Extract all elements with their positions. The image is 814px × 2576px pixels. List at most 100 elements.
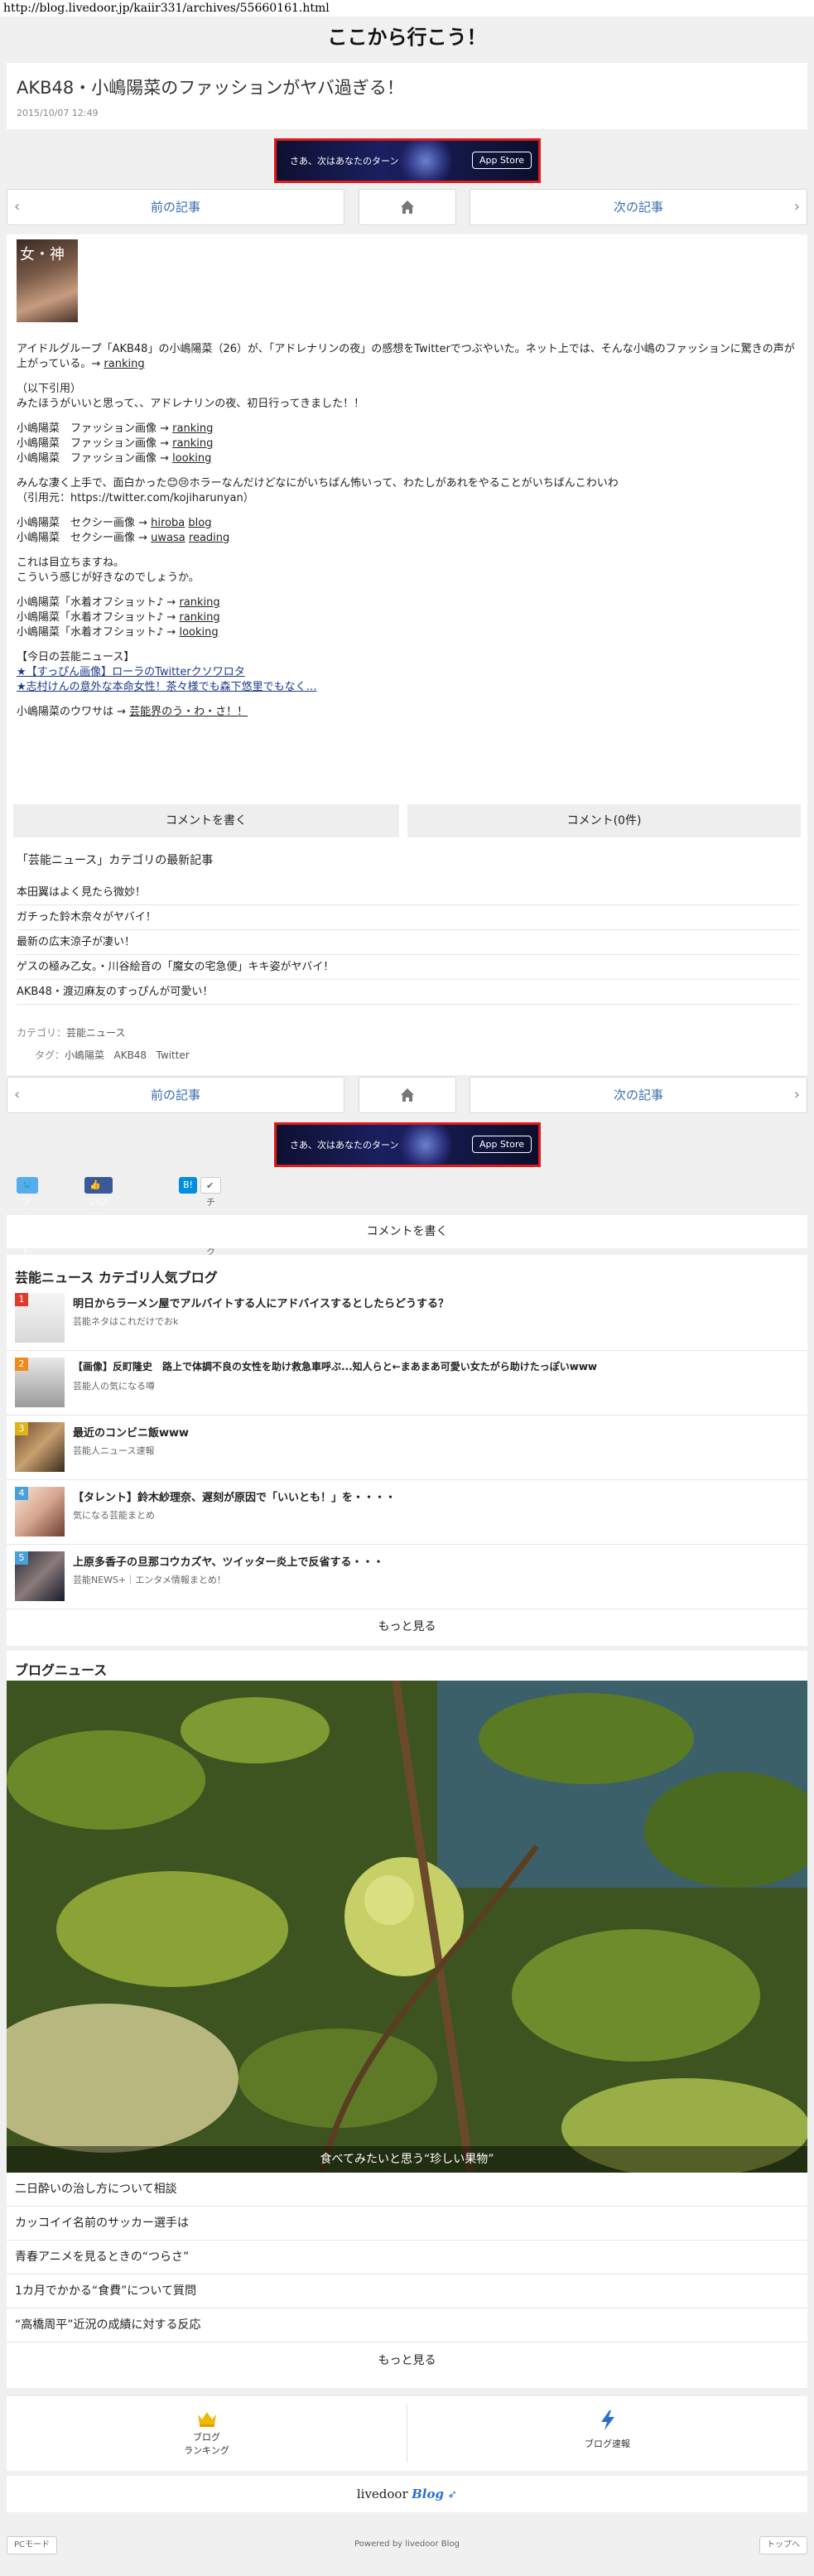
list-item[interactable]: ゲスの極み乙女。・川谷絵音の「魔女の宅急便」キキ姿がヤバイ！ (17, 955, 799, 980)
tweet-quote: みんな凄く上手で、面白かった😊😢ホラーなんだけどなにがいちばん怖いって、わたしが… (17, 477, 619, 490)
fashion-link[interactable]: looking (172, 452, 211, 465)
banner-art (393, 141, 459, 181)
home-button[interactable] (359, 1077, 456, 1113)
blog-news-title: ブログニュース (15, 1662, 108, 1678)
article-body: 女・神 アイドルグループ「AKB48」の小嶋陽菜（26）が、「アドレナリンの夜」… (7, 234, 807, 1075)
sexy-row: 小嶋陽菜 セクシー画像 → uwasa reading (17, 531, 799, 546)
lightning-icon (600, 2410, 614, 2430)
article-header: AKB48・小嶋陽菜のファッションがヤバ過ぎる！ 2015/10/07 12:4… (7, 63, 807, 129)
next-article-button[interactable]: 次の記事 › (470, 1077, 807, 1113)
like-button[interactable]: 👍 いいね！ 0 (84, 1177, 113, 1240)
home-button[interactable] (359, 189, 456, 225)
write-comment-button-2[interactable]: コメントを書く (7, 1215, 807, 1248)
swim-link[interactable]: ranking (179, 611, 219, 624)
twitter-icon: 🐦 (22, 1179, 33, 1190)
ranking-item-title[interactable]: 明日からラーメン屋でアルバイトする人にアドバイスするとしたらどうする？ (73, 1295, 449, 1310)
article-thumbnail[interactable]: 女・神 (17, 239, 78, 322)
hatena-bookmark-button[interactable]: B! (179, 1177, 197, 1194)
ranking-more-button[interactable]: もっと見る (7, 1611, 807, 1643)
fashion-link[interactable]: ranking (172, 422, 213, 435)
ranking-item-title[interactable]: 【画像】反町隆史 路上で体調不良の女性を助け救急車呼ぶ...知人らと←まあまあ可… (73, 1359, 597, 1373)
sexy-link[interactable]: reading (189, 532, 229, 544)
list-item[interactable]: 二日酔いの治し方について相談 (7, 2173, 807, 2207)
flash-label: ブログ速報 (585, 2439, 630, 2449)
list-item[interactable]: “高橋周平”近況の成績に対する反応 (7, 2308, 807, 2342)
home-icon (401, 200, 414, 214)
list-item[interactable]: カッコイイ名前のサッカー選手は (7, 2207, 807, 2241)
tag-link[interactable]: AKB48 (113, 1049, 147, 1061)
category-link[interactable]: 芸能ニュース (66, 1027, 125, 1039)
ranking-item-source: 芸能人の気になる噂 (73, 1381, 155, 1392)
ranking-item[interactable]: 3 最近のコンビニ飯www 芸能人ニュース速報 (7, 1416, 807, 1480)
ranking-item-title[interactable]: 【タレント】鈴木紗理奈、遅刻が原因で「いいとも！」を・・・・ (73, 1488, 396, 1504)
tweet-button[interactable]: 🐦 ツイート (17, 1177, 38, 1257)
next-article-button[interactable]: 次の記事 › (470, 189, 807, 225)
sexy-link[interactable]: hiroba (151, 517, 185, 529)
livedoor-logo[interactable]: livedoor Blog ➶ (7, 2476, 807, 2512)
app-store-label: App Store (479, 1139, 524, 1150)
prev-article-button[interactable]: ‹ 前の記事 (7, 1077, 344, 1113)
prev-article-button[interactable]: ‹ 前の記事 (7, 189, 344, 225)
rumor-label: 小嶋陽菜のウワサは → (17, 706, 127, 718)
intro-link[interactable]: ranking (104, 358, 144, 370)
list-item[interactable]: 青春アニメを見るときの“つらさ” (7, 2241, 807, 2275)
list-item[interactable]: ガチった鈴木奈々がヤバイ！ (17, 905, 799, 930)
swim-link[interactable]: looking (179, 626, 218, 639)
fashion-row: 小嶋陽菜 ファッション画像 → ranking (17, 437, 799, 451)
tag-link[interactable]: 小嶋陽菜 (65, 1049, 104, 1061)
ranking-item[interactable]: 4 【タレント】鈴木紗理奈、遅刻が原因で「いいとも！」を・・・・ 気になる芸能ま… (7, 1480, 807, 1545)
ad-banner-bottom[interactable]: さあ、次はあなたのターン App Store (274, 1122, 541, 1167)
livedoor-check-button[interactable]: ✔ チェック (200, 1177, 221, 1257)
ranking-item[interactable]: 1 明日からラーメン屋でアルバイトする人にアドバイスするとしたらどうする？ 芸能… (7, 1286, 807, 1351)
swim-link[interactable]: ranking (179, 596, 219, 609)
latest-list: 本田翼はよく見たら微妙！ ガチった鈴木奈々がヤバイ！ 最新の広末涼子が凄い！ ゲ… (17, 880, 799, 1005)
blog-news-image[interactable]: 食べてみたいと思う“珍しい果物” (7, 1681, 807, 2173)
news-link[interactable]: ★志村けんの意外な本命女性！茶々様でも森下悠里でもなく… (17, 680, 799, 695)
ranking-label-2: ランキング (184, 2445, 229, 2456)
ranking-item-title[interactable]: 上原多香子の旦那コウカズヤ、ツイッター炎上で反省する・・・ (73, 1553, 383, 1569)
powered-by: Powered by livedoor Blog (354, 2540, 460, 2549)
swim-row: 小嶋陽菜「水着オフショット♪ → looking (17, 625, 799, 640)
ad-banner-top[interactable]: さあ、次はあなたのターン App Store (274, 138, 541, 183)
bottom-bar: PCモード Powered by livedoor Blog トップへ (0, 2533, 814, 2559)
site-title[interactable]: ここから行こう！ (0, 17, 814, 58)
blog-ranking-link[interactable]: ブログ ランキング (7, 2396, 407, 2471)
back-to-top-button[interactable]: トップへ (759, 2536, 807, 2554)
article-nav-bottom: ‹ 前の記事 次の記事 › (7, 1077, 807, 1113)
ranking-item-title[interactable]: 最近のコンビニ飯www (73, 1424, 189, 1440)
chevron-right-icon: › (793, 198, 800, 215)
list-item[interactable]: 最新の広末涼子が凄い！ (17, 930, 799, 955)
list-item[interactable]: 本田翼はよく見たら微妙！ (17, 880, 799, 905)
ranking-item[interactable]: 5 上原多香子の旦那コウカズヤ、ツイッター炎上で反省する・・・ 芸能NEWS+｜… (7, 1545, 807, 1609)
fashion-row: 小嶋陽菜 ファッション画像 → looking (17, 451, 799, 466)
list-item[interactable]: 1カ月でかかる“食費”について質問 (7, 2275, 807, 2308)
category-label: カテゴリ： (17, 1027, 67, 1039)
tags-label: タグ： (35, 1049, 65, 1061)
list-item[interactable]: AKB48・渡辺麻友のすっぴんが可愛い！ (17, 980, 799, 1005)
sexy-row: 小嶋陽菜 セクシー画像 → hiroba blog (17, 516, 799, 531)
thumbnail-text: 女・神 (20, 246, 65, 263)
blog-flash-link[interactable]: ブログ速報 (407, 2396, 807, 2471)
sexy-link[interactable]: uwasa (151, 532, 185, 544)
rank-badge: 4 (15, 1487, 28, 1500)
rank-badge: 5 (15, 1551, 28, 1565)
rank-badge: 1 (15, 1293, 28, 1306)
article-comment: こういう感じが好きなのでしょうか。 (17, 572, 200, 584)
blog-news-caption[interactable]: 食べてみたいと思う“珍しい果物” (7, 2146, 807, 2173)
ranking-item[interactable]: 2 【画像】反町隆史 路上で体調不良の女性を助け救急車呼ぶ...知人らと←まあま… (7, 1351, 807, 1416)
write-comment-button[interactable]: コメントを書く (13, 804, 399, 837)
ranking-label: ブログ (193, 2432, 220, 2443)
footer-links: ブログ ランキング ブログ速報 (7, 2396, 807, 2471)
comment-count-button[interactable]: コメント(0件) (407, 804, 801, 837)
news-link[interactable]: ★【すっぴん画像】ローラのTwitterクソワロタ (17, 665, 799, 680)
tweet-source: （引用元：https://twitter.com/kojiharunyan） (17, 492, 254, 504)
latest-title: 「芸能ニュース」カテゴリの最新記事 (17, 854, 214, 867)
sexy-link[interactable]: blog (188, 517, 211, 529)
fashion-link[interactable]: ranking (172, 437, 213, 450)
blog-news-more-button[interactable]: もっと見る (7, 2342, 807, 2379)
ranking-item-source: 芸能NEWS+｜エンタメ情報まとめ！ (73, 1575, 226, 1585)
article-comment: これは目立ちますね。 (17, 557, 125, 569)
tag-link[interactable]: Twitter (157, 1049, 190, 1061)
rumor-link[interactable]: 芸能界のう・わ・さ！！ (129, 706, 248, 718)
rank-badge: 2 (15, 1358, 28, 1371)
